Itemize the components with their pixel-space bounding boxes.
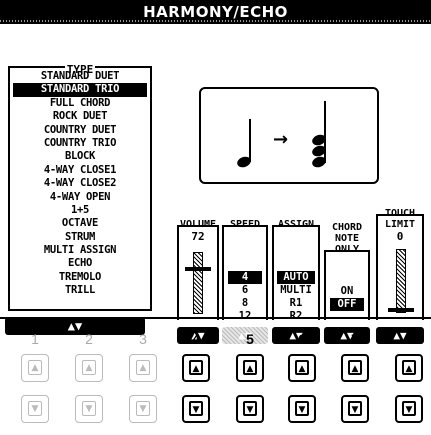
up-arrow-icon: ▲: [28, 360, 42, 375]
assign-option[interactable]: MULTI: [277, 284, 315, 297]
type-item[interactable]: OCTAVE: [13, 217, 147, 230]
chord-note-only-options: ON OFF: [330, 285, 364, 311]
down-arrow-icon: ▼: [82, 401, 96, 416]
button-number-4: 4: [192, 331, 200, 347]
up-arrow-icon: ▲: [82, 360, 96, 375]
button-number-1: 1: [31, 331, 39, 347]
down-arrow-icon: ▼: [189, 401, 203, 416]
down-arrow-icon: ▼: [348, 401, 362, 416]
assign-option[interactable]: R1: [277, 297, 315, 310]
type-item[interactable]: TRILL: [13, 284, 147, 297]
type-list: STANDARD DUET STANDARD TRIO FULL CHORD ROCK…: [13, 70, 147, 298]
speed-options: 4 6 8 12: [228, 271, 262, 323]
type-item[interactable]: STANDARD DUET: [13, 70, 147, 83]
type-item[interactable]: COUNTRY TRIO: [13, 137, 147, 150]
touch-limit-slider-track[interactable]: [388, 249, 414, 313]
volume-slider-handle[interactable]: [185, 267, 211, 271]
speed-option[interactable]: 6: [228, 284, 262, 297]
arrow-icon: →: [273, 129, 288, 150]
chord-note-only-label-2: NOTE: [334, 233, 360, 244]
button-3-up[interactable]: ▲: [129, 354, 157, 382]
title-bar-dither: [0, 20, 431, 22]
down-arrow-icon: ▼: [28, 401, 42, 416]
up-arrow-icon: ▲: [402, 360, 416, 375]
chord-note-only-label-1: CHORD: [331, 222, 363, 233]
type-item[interactable]: ROCK DUET: [13, 110, 147, 123]
lcd-panel: TYPE STANDARD DUET STANDARD TRIO FULL CHOR…: [0, 24, 431, 344]
button-number-8: 8: [405, 331, 413, 347]
button-1-up[interactable]: ▲: [21, 354, 49, 382]
speed-option[interactable]: 4: [228, 271, 262, 284]
button-number-3: 3: [139, 331, 147, 347]
up-arrow-icon: ▲: [189, 360, 203, 375]
type-item[interactable]: MULTI ASSIGN: [13, 244, 147, 257]
button-4-down[interactable]: ▼: [182, 395, 210, 423]
up-arrow-icon: ▲: [243, 360, 257, 375]
button-2-up[interactable]: ▲: [75, 354, 103, 382]
type-item[interactable]: ECHO: [13, 257, 147, 270]
button-6-up[interactable]: ▲: [288, 354, 316, 382]
chord-option[interactable]: OFF: [330, 298, 364, 311]
notation-preview: →: [199, 87, 379, 184]
button-2-down[interactable]: ▼: [75, 395, 103, 423]
button-1-down[interactable]: ▼: [21, 395, 49, 423]
page-title: HARMONY/ECHO: [143, 3, 288, 21]
button-3-down[interactable]: ▼: [129, 395, 157, 423]
type-item[interactable]: 4-WAY CLOSE1: [13, 164, 147, 177]
button-4-up[interactable]: ▲: [182, 354, 210, 382]
up-arrow-icon: ▲: [348, 360, 362, 375]
button-6-down[interactable]: ▼: [288, 395, 316, 423]
button-5-down[interactable]: ▼: [236, 395, 264, 423]
down-arrow-icon: ▼: [136, 401, 150, 416]
chord-option[interactable]: ON: [330, 285, 364, 298]
type-item[interactable]: COUNTRY DUET: [13, 124, 147, 137]
type-item[interactable]: 1+5: [13, 204, 147, 217]
type-item[interactable]: STANDARD TRIO: [13, 83, 147, 97]
assign-option[interactable]: AUTO: [277, 271, 315, 284]
button-8-down[interactable]: ▼: [395, 395, 423, 423]
type-list-box: TYPE STANDARD DUET STANDARD TRIO FULL CHOR…: [8, 63, 152, 311]
button-number-7: 7: [351, 331, 359, 347]
down-arrow-icon: ▼: [243, 401, 257, 416]
button-7-down[interactable]: ▼: [341, 395, 369, 423]
type-item[interactable]: FULL CHORD: [13, 97, 147, 110]
speed-option[interactable]: 12: [228, 310, 262, 323]
assign-option[interactable]: R2: [277, 310, 315, 323]
assign-options: AUTO MULTI R1 R2: [277, 271, 315, 323]
button-5-up[interactable]: ▲: [236, 354, 264, 382]
button-7-up[interactable]: ▲: [341, 354, 369, 382]
volume-slider-track[interactable]: [185, 252, 211, 314]
harmony-notation-icon: →: [237, 101, 326, 168]
down-arrow-icon: ▼: [402, 401, 416, 416]
type-item[interactable]: BLOCK: [13, 150, 147, 163]
button-number-2: 2: [85, 331, 93, 347]
type-item[interactable]: STRUM: [13, 231, 147, 244]
button-number-5: 5: [246, 331, 254, 347]
up-arrow-icon: ▲: [136, 360, 150, 375]
button-number-6: 6: [298, 331, 306, 347]
button-8-up[interactable]: ▲: [395, 354, 423, 382]
type-item[interactable]: TREMOLO: [13, 271, 147, 284]
type-item[interactable]: 4-WAY CLOSE2: [13, 177, 147, 190]
up-arrow-icon: ▲: [295, 360, 309, 375]
down-arrow-icon: ▼: [295, 401, 309, 416]
touch-limit-slider-handle[interactable]: [388, 308, 414, 312]
title-bar: HARMONY/ECHO: [0, 0, 431, 24]
type-item[interactable]: 4-WAY OPEN: [13, 191, 147, 204]
speed-option[interactable]: 8: [228, 297, 262, 310]
